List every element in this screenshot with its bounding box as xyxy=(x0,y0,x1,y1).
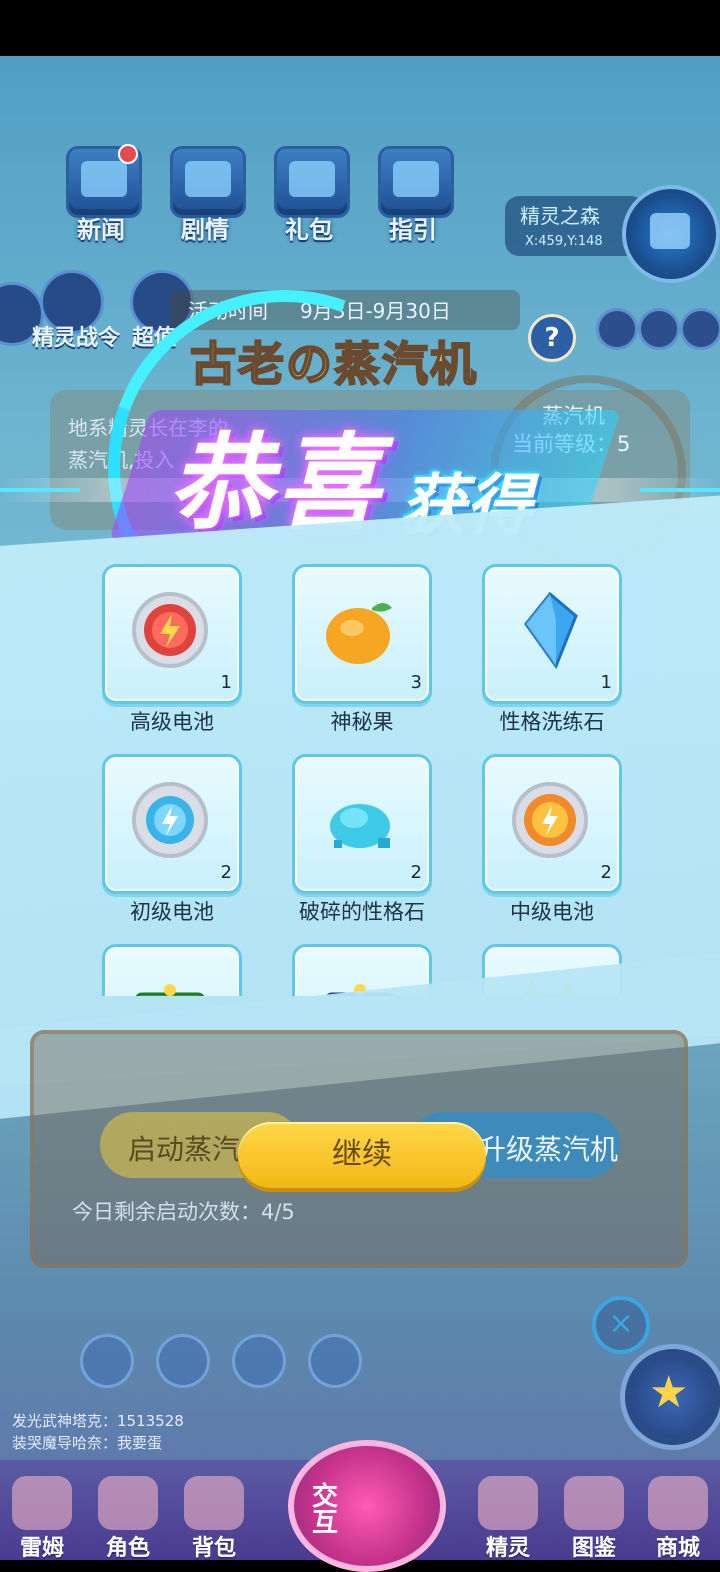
reward-grid[interactable]: 1 高级电池 3 神秘果 1 性格洗练石 2 初级电池 2 破碎的性格石 2 中… xyxy=(90,560,630,996)
item-name: 性格洗练石 xyxy=(499,710,605,734)
settings-icon[interactable] xyxy=(596,308,638,350)
item-name: 高级电池 xyxy=(130,710,214,734)
item-name: 破碎的性格石 xyxy=(299,900,425,924)
guide-label: 指引 xyxy=(389,216,437,244)
item-name: 神秘果 xyxy=(330,710,394,734)
character-icon xyxy=(98,1476,158,1530)
map-button[interactable] xyxy=(622,185,720,283)
item-count: 2 xyxy=(220,862,232,883)
gift-button[interactable]: 礼包 xyxy=(268,140,350,250)
bell-icon[interactable] xyxy=(308,1334,362,1388)
nav-label: 商城 xyxy=(655,1536,700,1561)
shop-icon xyxy=(648,1476,708,1530)
guide-button[interactable]: 指引 xyxy=(372,140,454,250)
red-battery-gear-icon xyxy=(132,592,208,668)
item-count: 2 xyxy=(410,862,422,883)
continue-label: 继续 xyxy=(332,1137,392,1172)
news-button[interactable]: 新闻 xyxy=(60,140,142,250)
story-button[interactable]: 剧情 xyxy=(164,140,246,250)
star-icon: ★ xyxy=(649,1367,689,1418)
nav-label: 背包 xyxy=(191,1536,236,1561)
backpack-icon xyxy=(184,1476,244,1530)
chat-line: 装哭魔导哈奈：我要蛋 xyxy=(12,1434,163,1452)
menu-icon[interactable] xyxy=(680,308,720,350)
nav-sprite[interactable]: 精灵 xyxy=(470,1470,546,1561)
interact-label: 交互 xyxy=(312,1482,339,1538)
rem-icon xyxy=(12,1476,72,1530)
location-name: 精灵之森 xyxy=(520,204,600,228)
item-count: 1 xyxy=(220,672,232,693)
nav-label: 雷姆 xyxy=(19,1536,64,1561)
mute-icon[interactable] xyxy=(638,308,680,350)
story-label: 剧情 xyxy=(181,216,229,244)
item-name: 初级电池 xyxy=(130,900,214,924)
help-button[interactable]: ? xyxy=(528,314,576,362)
location-coords: X:459,Y:148 xyxy=(525,234,603,249)
chat-line: 发光武神塔克：1513528 xyxy=(12,1412,184,1430)
status-bar xyxy=(0,0,720,56)
panda-icon[interactable] xyxy=(232,1334,286,1388)
star-wand-button[interactable]: ★ xyxy=(620,1344,720,1450)
story-book-icon xyxy=(170,146,246,218)
item-count: 3 xyxy=(410,672,422,693)
item-count: 1 xyxy=(600,672,612,693)
upgrade-machine-label: 升级蒸汽机 xyxy=(478,1133,619,1166)
gold-battery-gear-icon xyxy=(512,782,588,858)
top-menu: 新闻 剧情 礼包 指引 xyxy=(60,140,460,250)
nav-label: 角色 xyxy=(105,1536,150,1561)
close-icon[interactable]: × xyxy=(592,1296,650,1354)
nav-label: 精灵 xyxy=(485,1536,530,1561)
scene-icons xyxy=(80,1334,380,1388)
gift-label: 礼包 xyxy=(285,216,333,244)
green-chest-icon xyxy=(135,984,205,996)
nav-label: 图鉴 xyxy=(571,1536,616,1561)
banner-line-left xyxy=(0,488,80,492)
nav-rem[interactable]: 雷姆 xyxy=(4,1470,80,1561)
star-badge-icon[interactable] xyxy=(156,1334,210,1388)
remaining-starts: 今日剩余启动次数：4/5 xyxy=(72,1200,295,1224)
map-icon xyxy=(650,213,690,249)
guide-book-icon xyxy=(378,146,454,218)
banner-line-right xyxy=(640,488,720,492)
leaf-icon[interactable] xyxy=(80,1334,134,1388)
handbook-icon xyxy=(564,1476,624,1530)
nav-character[interactable]: 角色 xyxy=(90,1470,166,1561)
gift-chest-icon xyxy=(274,146,350,218)
item-name: 中级电池 xyxy=(510,900,594,924)
blue-battery-gear-icon xyxy=(132,782,208,858)
item-count: 2 xyxy=(600,862,612,883)
notification-dot xyxy=(118,144,138,164)
news-label: 新闻 xyxy=(77,216,125,244)
nav-shop[interactable]: 商城 xyxy=(640,1470,716,1561)
continue-button[interactable]: 继续 xyxy=(238,1122,486,1188)
crystal-shards-icon xyxy=(330,804,390,848)
nav-handbook[interactable]: 图鉴 xyxy=(556,1470,632,1561)
orange-fruit-icon xyxy=(326,603,392,664)
battle-pass-label: 精灵战令 xyxy=(32,326,121,351)
sprite-icon xyxy=(478,1476,538,1530)
blue-crystal-icon xyxy=(524,591,578,670)
nav-backpack[interactable]: 背包 xyxy=(176,1470,252,1561)
